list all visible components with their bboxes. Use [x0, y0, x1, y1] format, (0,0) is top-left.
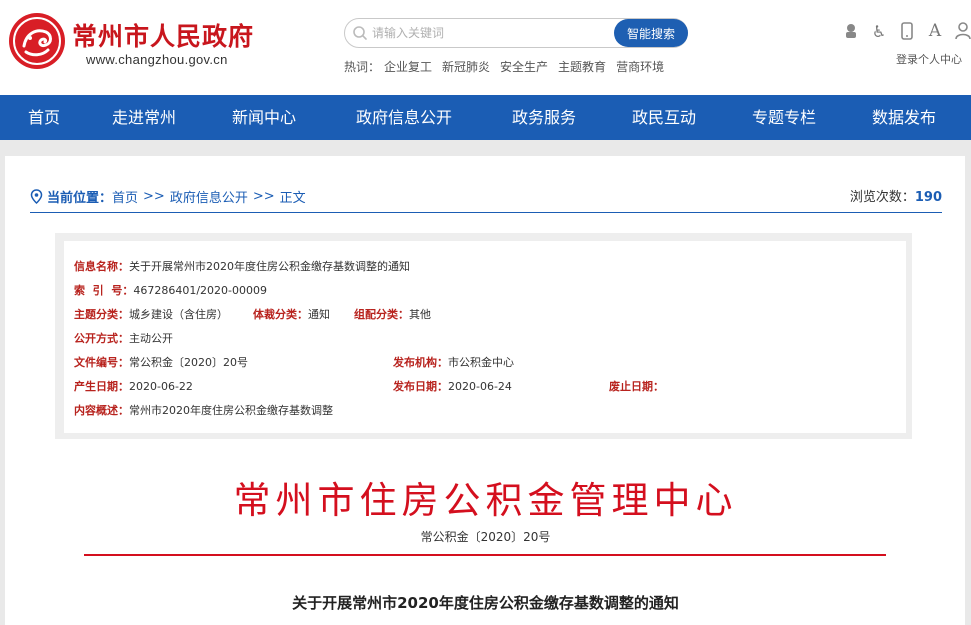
info-value: 其他 — [409, 308, 431, 321]
red-header-rule — [84, 554, 886, 556]
nav-item-topics[interactable]: 专题专栏 — [752, 95, 816, 140]
hot-words-label: 热词： — [344, 60, 381, 74]
accessibility-icon[interactable]: ♿ — [870, 22, 888, 41]
info-row-genre: 体裁分类：通知 — [253, 306, 330, 322]
info-label: 体裁分类： — [253, 308, 308, 321]
breadcrumb-divider — [30, 212, 942, 213]
accessibility-tools: ♿ A — [842, 21, 971, 41]
info-label: 文件编号： — [74, 356, 129, 369]
hot-word-link[interactable]: 营商环境 — [616, 58, 664, 75]
user-icon[interactable] — [954, 22, 971, 40]
main-nav: 首页 走进常州 新闻中心 政府信息公开 政务服务 政民互动 专题专栏 数据发布 — [0, 95, 971, 140]
info-row-index: 索 引 号：467286401/2020-00009 — [74, 282, 267, 298]
info-value: 关于开展常州市2020年度住房公积金缴存基数调整的通知 — [129, 260, 410, 273]
info-label: 索 引 号： — [74, 284, 134, 297]
info-value: 常公积金〔2020〕20号 — [129, 356, 248, 369]
nav-item-home[interactable]: 首页 — [28, 95, 60, 140]
info-label: 信息名称： — [74, 260, 129, 273]
info-row-created-date: 产生日期：2020-06-22 — [74, 378, 193, 394]
agency-title: 常州市住房公积金管理中心 — [233, 479, 738, 522]
breadcrumb-label: 当前位置： — [47, 190, 113, 206]
mobile-icon[interactable] — [898, 22, 916, 40]
smart-search-button[interactable]: 智能搜索 — [614, 19, 688, 47]
breadcrumb-separator: >> — [252, 188, 275, 204]
info-row-doc-number: 文件编号：常公积金〔2020〕20号 — [74, 354, 248, 370]
info-row-publisher: 发布机构：市公积金中心 — [393, 354, 514, 370]
breadcrumb: 当前位置： 首页 >> 政府信息公开 >> 正文 浏览次数：190 — [30, 184, 942, 208]
view-count-value: 190 — [914, 190, 942, 205]
info-row-name: 信息名称：关于开展常州市2020年度住房公积金缴存基数调整的通知 — [74, 258, 410, 274]
nav-item-gov-info[interactable]: 政府信息公开 — [356, 95, 452, 140]
nav-item-services[interactable]: 政务服务 — [512, 95, 576, 140]
voice-assistant-icon[interactable] — [842, 22, 860, 40]
breadcrumb-home[interactable]: 首页 — [112, 187, 138, 206]
user-center-link[interactable]: 登录个人中心 — [896, 51, 962, 67]
info-label: 主题分类： — [74, 308, 129, 321]
info-label: 发布机构： — [393, 356, 448, 369]
location-pin-icon — [30, 188, 43, 204]
info-value: 通知 — [308, 308, 330, 321]
info-label: 公开方式： — [74, 332, 129, 345]
info-label: 发布日期： — [393, 380, 448, 393]
info-value: 主动公开 — [129, 332, 173, 345]
info-row-topic: 主题分类：城乡建设（含住房） — [74, 306, 228, 322]
info-value: 467286401/2020-00009 — [133, 284, 267, 297]
city-emblem-icon[interactable] — [8, 12, 66, 70]
nav-item-news[interactable]: 新闻中心 — [232, 95, 296, 140]
hot-word-link[interactable]: 企业复工 — [384, 58, 432, 75]
info-label: 组配分类： — [354, 308, 409, 321]
search-input[interactable] — [372, 20, 608, 46]
site-url: www.changzhou.gov.cn — [86, 52, 228, 67]
view-count-label: 浏览次数： — [849, 190, 915, 205]
nav-item-data[interactable]: 数据发布 — [872, 95, 936, 140]
view-count: 浏览次数：190 — [850, 186, 942, 205]
info-label: 内容概述： — [74, 404, 129, 417]
info-value: 2020-06-24 — [448, 380, 512, 393]
info-row-expire-date: 废止日期： — [609, 378, 664, 394]
hot-word-link[interactable]: 主题教育 — [558, 58, 606, 75]
site-header: 常州市人民政府 www.changzhou.gov.cn 智能搜索 热词： 企业… — [0, 0, 971, 95]
site-title[interactable]: 常州市人民政府 — [72, 17, 254, 53]
info-value: 城乡建设（含住房） — [129, 308, 228, 321]
info-row-open-method: 公开方式：主动公开 — [74, 330, 173, 346]
info-row-summary: 内容概述：常州市2020年度住房公积金缴存基数调整 — [74, 402, 333, 418]
breadcrumb-separator: >> — [143, 188, 165, 204]
info-label: 废止日期： — [609, 380, 664, 393]
search-icon — [353, 26, 367, 40]
nav-item-about[interactable]: 走进常州 — [112, 95, 176, 140]
breadcrumb-current: 正文 — [279, 190, 306, 206]
hot-word-link[interactable]: 新冠肺炎 — [442, 58, 490, 75]
info-row-org-category: 组配分类：其他 — [354, 306, 431, 322]
info-value: 常州市2020年度住房公积金缴存基数调整 — [129, 404, 333, 417]
info-label: 产生日期： — [74, 380, 129, 393]
document-title: 关于开展常州市2020年度住房公积金缴存基数调整的通知 — [292, 594, 679, 612]
info-value: 市公积金中心 — [448, 356, 514, 369]
hot-word-link[interactable]: 安全生产 — [500, 58, 548, 75]
hot-words-list: 企业复工 新冠肺炎 安全生产 主题教育 营商环境 — [384, 58, 664, 75]
document-number: 常公积金〔2020〕20号 — [420, 530, 551, 544]
info-row-published-date: 发布日期：2020-06-24 — [393, 378, 512, 394]
breadcrumb-gov-info[interactable]: 政府信息公开 — [170, 187, 248, 206]
font-size-icon[interactable]: A — [926, 21, 944, 41]
info-value: 2020-06-22 — [129, 380, 193, 393]
nav-item-interaction[interactable]: 政民互动 — [632, 95, 696, 140]
